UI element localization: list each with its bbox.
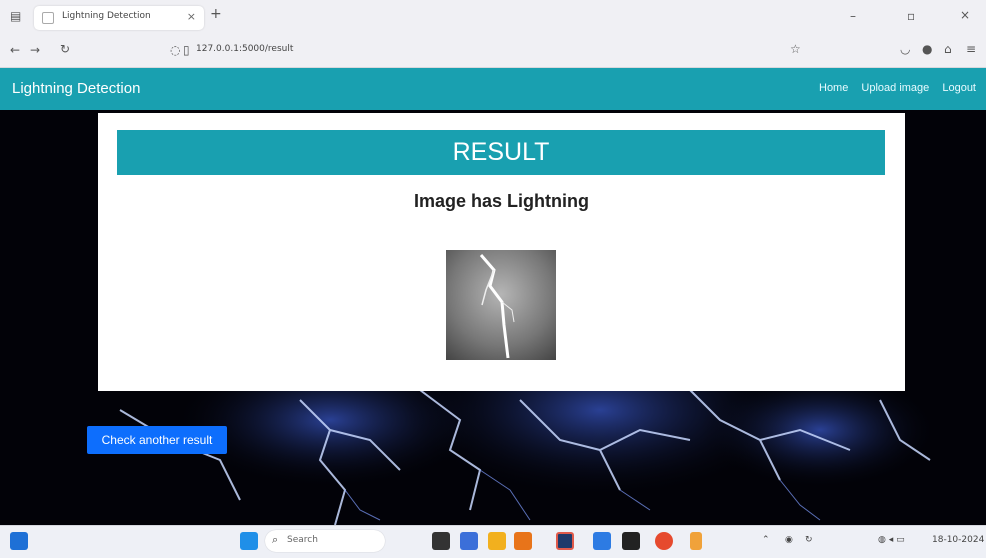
pocket-icon[interactable]: ◡ bbox=[900, 42, 910, 56]
tracking-shield-icon[interactable]: ◌ bbox=[170, 43, 180, 57]
reload-icon[interactable]: ↻ bbox=[60, 42, 70, 56]
bookmark-star-icon[interactable]: ☆ bbox=[790, 42, 801, 56]
check-another-result-button[interactable]: Check another result bbox=[87, 426, 227, 454]
tab-list-icon[interactable]: ▤ bbox=[10, 9, 21, 23]
url-text: 127.0.0.1:5000/result bbox=[196, 44, 294, 54]
search-placeholder: Search bbox=[287, 535, 318, 545]
tray-network-volume-icon[interactable]: ◍ ◂ ▭ bbox=[878, 535, 905, 545]
store-icon[interactable] bbox=[593, 532, 611, 550]
nav-toolbar: ← → ↻ ◌ ▯ 127.0.0.1:5000/result ☆ ◡ ● ⌂ … bbox=[0, 34, 986, 67]
task-view-icon[interactable] bbox=[432, 532, 450, 550]
menu-icon[interactable]: ≡ bbox=[966, 42, 976, 56]
page-content: RESULT Image has Lightning Check another… bbox=[0, 110, 986, 525]
url-bar[interactable]: ◌ ▯ 127.0.0.1:5000/result ☆ bbox=[160, 39, 810, 61]
page-info-icon[interactable]: ▯ bbox=[183, 43, 190, 57]
tray-app-icon[interactable]: ◉ bbox=[785, 535, 793, 545]
tray-date[interactable]: 18-10-2024 bbox=[932, 535, 984, 545]
forward-icon[interactable]: → bbox=[30, 43, 40, 57]
maximize-icon[interactable]: ▫ bbox=[907, 9, 915, 23]
nav-logout-link[interactable]: Logout bbox=[942, 82, 976, 94]
browser-chrome: ▤ Lightning Detection × + – ▫ × ← → ↻ ◌ … bbox=[0, 0, 986, 68]
app-taskbar-icon[interactable] bbox=[690, 532, 702, 550]
account-icon[interactable]: ⌂ bbox=[944, 42, 952, 56]
tray-overflow-icon[interactable]: ⌃ bbox=[762, 535, 770, 545]
chat-icon[interactable] bbox=[460, 532, 478, 550]
result-card: RESULT Image has Lightning bbox=[98, 113, 905, 391]
minimize-icon[interactable]: – bbox=[850, 9, 856, 23]
nav-links: Home Upload image Logout bbox=[809, 82, 976, 94]
os-taskbar: ⌕ Search ⌃ ◉ ↻ ◍ ◂ ▭ 18-10-2024 bbox=[0, 525, 986, 558]
taskbar-search[interactable]: ⌕ Search bbox=[265, 530, 385, 552]
nav-home-link[interactable]: Home bbox=[819, 82, 848, 94]
window-close-icon[interactable]: × bbox=[960, 8, 970, 22]
result-heading: RESULT bbox=[117, 130, 885, 175]
tray-sync-icon[interactable]: ↻ bbox=[805, 535, 813, 545]
search-icon: ⌕ bbox=[272, 533, 279, 546]
new-tab-icon[interactable]: + bbox=[210, 6, 222, 22]
favicon-icon bbox=[42, 12, 54, 24]
result-image bbox=[446, 250, 556, 360]
brand-title[interactable]: Lightning Detection bbox=[12, 80, 140, 97]
nav-upload-link[interactable]: Upload image bbox=[861, 82, 929, 94]
widgets-icon[interactable] bbox=[10, 532, 28, 550]
firefox-taskbar-icon[interactable] bbox=[514, 532, 532, 550]
back-icon[interactable]: ← bbox=[10, 43, 20, 57]
browser-tab[interactable]: Lightning Detection × bbox=[34, 6, 204, 30]
browser-taskbar-icon[interactable] bbox=[655, 532, 673, 550]
start-icon[interactable] bbox=[240, 532, 258, 550]
extensions-icon[interactable]: ● bbox=[922, 42, 932, 56]
tab-close-icon[interactable]: × bbox=[187, 10, 196, 23]
vscode-taskbar-icon[interactable] bbox=[556, 532, 574, 550]
result-message: Image has Lightning bbox=[413, 191, 589, 211]
app-navbar: Lightning Detection Home Upload image Lo… bbox=[0, 68, 986, 110]
file-explorer-icon[interactable] bbox=[488, 532, 506, 550]
terminal-icon[interactable] bbox=[622, 532, 640, 550]
tab-title: Lightning Detection bbox=[62, 11, 151, 21]
tab-strip: ▤ Lightning Detection × + – ▫ × bbox=[0, 0, 986, 34]
